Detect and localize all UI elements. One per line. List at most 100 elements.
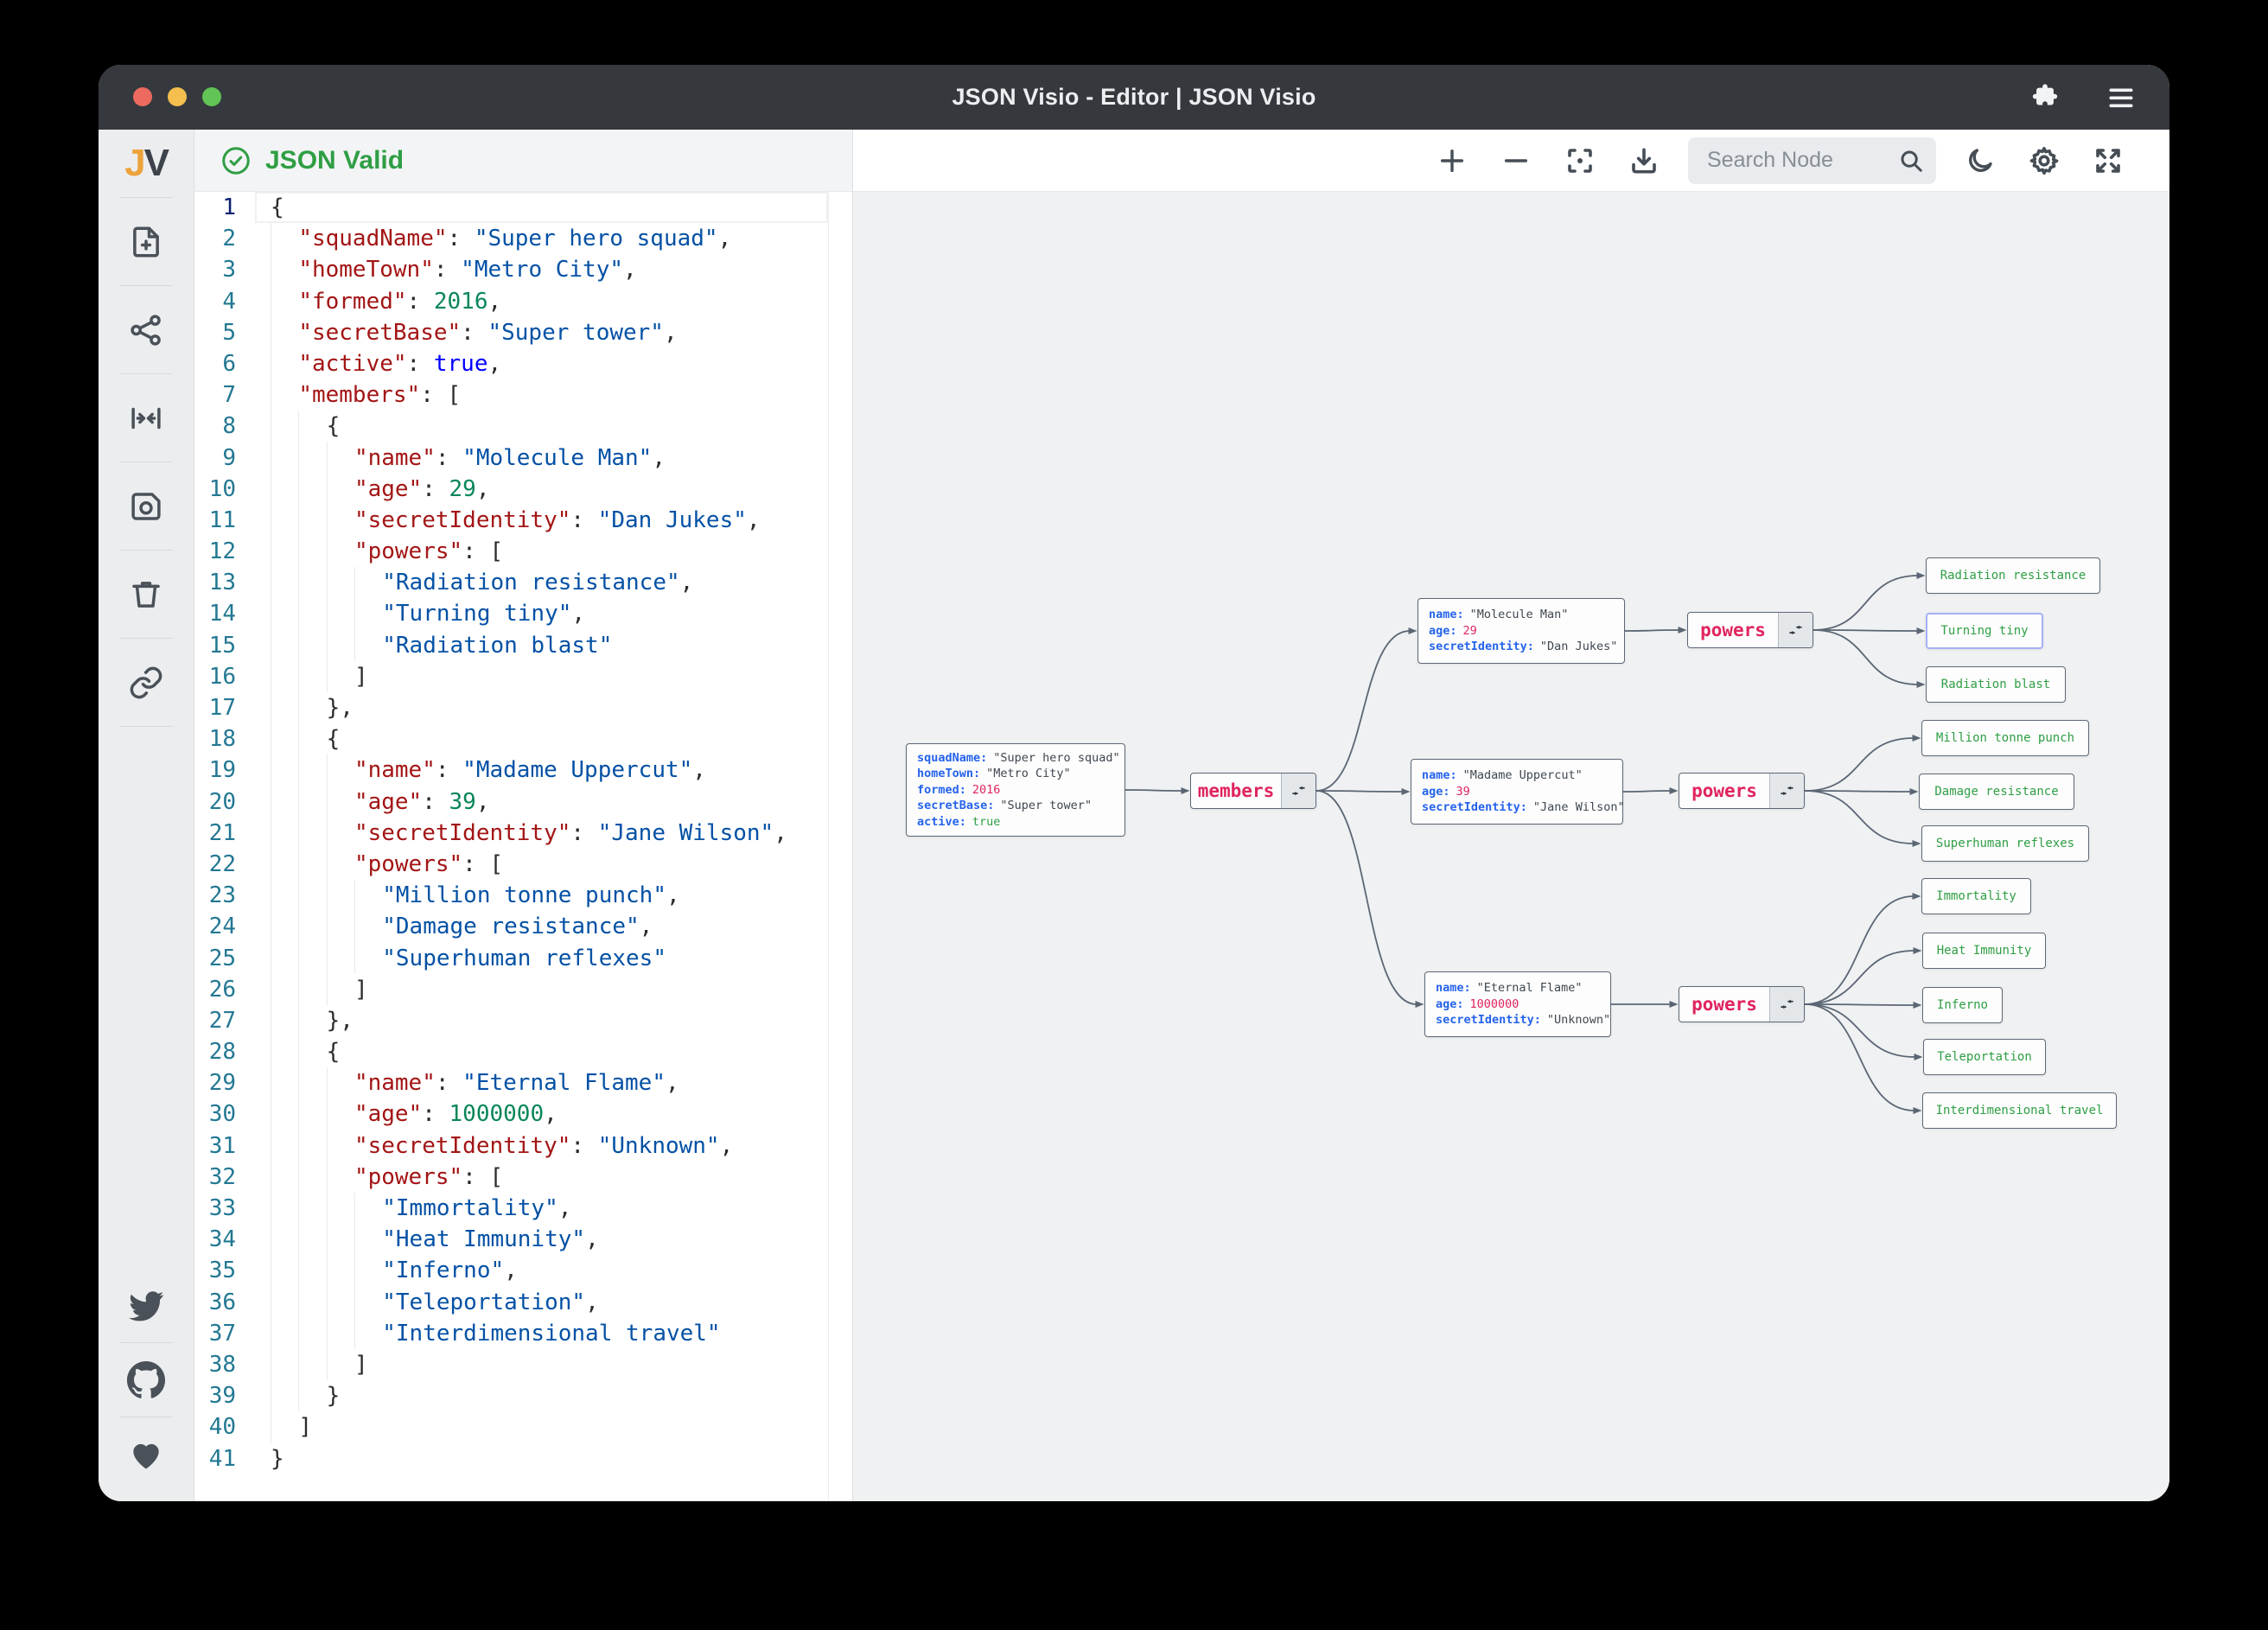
code-line-content[interactable]: {	[255, 1036, 852, 1068]
code-line[interactable]: 14 "Turning tiny",	[194, 598, 852, 630]
code-line-content[interactable]: ]	[255, 973, 852, 1005]
code-line[interactable]: 18 {	[194, 723, 852, 755]
collapse-arrows-icon[interactable]	[1769, 774, 1804, 808]
code-line[interactable]: 23 "Million tonne punch",	[194, 880, 852, 912]
code-line[interactable]: 30 "age": 1000000,	[194, 1098, 852, 1130]
code-line-content[interactable]: "Turning tiny",	[255, 598, 852, 630]
leaf-node[interactable]: Inferno	[1922, 987, 2003, 1023]
graph-node-member[interactable]: name: "Madame Uppercut" age: 39 secretIden…	[1411, 759, 1625, 825]
graph-share-icon[interactable]	[99, 286, 194, 373]
leaf-node[interactable]: Heat Immunity	[1922, 933, 2046, 969]
graph-node-members[interactable]: members	[1190, 773, 1316, 809]
code-line[interactable]: 1{	[194, 192, 852, 224]
minimize-window-button[interactable]	[168, 87, 187, 106]
code-line-content[interactable]: "Superhuman reflexes"	[255, 942, 852, 974]
code-line-content[interactable]: "Inferno",	[255, 1255, 852, 1287]
graph-node-powers[interactable]: powers	[1679, 986, 1805, 1022]
dark-mode-moon-icon[interactable]	[1960, 141, 2000, 181]
code-line[interactable]: 24 "Damage resistance",	[194, 911, 852, 943]
code-line-content[interactable]: "age": 39,	[255, 786, 852, 818]
leaf-node-highlighted[interactable]: Turning tiny	[1926, 613, 2043, 649]
graph-node-member[interactable]: name: "Molecule Man" age: 29 secretIdentit…	[1418, 598, 1625, 664]
code-line[interactable]: 25 "Superhuman reflexes"	[194, 942, 852, 974]
leaf-node[interactable]: Immortality	[1921, 878, 2031, 914]
code-line-content[interactable]: "age": 1000000,	[255, 1098, 852, 1130]
code-line-content[interactable]: "name": "Madame Uppercut",	[255, 755, 852, 786]
graph-node-member[interactable]: name: "Eternal Flame" age: 1000000 secretI…	[1424, 971, 1611, 1037]
code-line[interactable]: 12 "powers": [	[194, 536, 852, 568]
code-line-content[interactable]: }	[255, 1380, 852, 1412]
code-line[interactable]: 11 "secretIdentity": "Dan Jukes",	[194, 504, 852, 537]
code-line[interactable]: 4 "formed": 2016,	[194, 285, 852, 317]
code-line-content[interactable]: {	[255, 723, 852, 755]
app-logo[interactable]: JV	[124, 130, 169, 197]
graph-node-powers[interactable]: powers	[1679, 773, 1805, 809]
code-line-content[interactable]: "homeTown": "Metro City",	[255, 254, 852, 286]
fullscreen-icon[interactable]	[2088, 141, 2128, 181]
collapse-arrows-icon[interactable]	[1778, 613, 1812, 647]
code-line[interactable]: 9 "name": "Molecule Man",	[194, 442, 852, 474]
code-line-content[interactable]: ]	[255, 660, 852, 693]
code-line-content[interactable]: "secretIdentity": "Unknown",	[255, 1130, 852, 1162]
code-line[interactable]: 31 "secretIdentity": "Unknown",	[194, 1130, 852, 1162]
new-document-icon[interactable]	[99, 198, 194, 285]
code-line-content[interactable]: }	[255, 1443, 852, 1474]
leaf-node[interactable]: Damage resistance	[1919, 774, 2074, 810]
code-line[interactable]: 28 {	[194, 1036, 852, 1068]
code-line-content[interactable]: "powers": [	[255, 848, 852, 881]
code-line-content[interactable]: "formed": 2016,	[255, 285, 852, 317]
editor-scrollbar[interactable]	[828, 192, 852, 1501]
graph-node-root[interactable]: squadName: "Super hero squad" homeTown: "M…	[906, 743, 1125, 837]
code-line[interactable]: 40 ]	[194, 1411, 852, 1443]
code-line-content[interactable]: "Radiation resistance",	[255, 567, 852, 599]
code-line[interactable]: 36 "Teleportation",	[194, 1286, 852, 1318]
code-line[interactable]: 35 "Inferno",	[194, 1255, 852, 1287]
code-line-content[interactable]: "age": 29,	[255, 473, 852, 505]
leaf-node[interactable]: Interdimensional travel	[1922, 1092, 2117, 1129]
code-line[interactable]: 29 "name": "Eternal Flame",	[194, 1067, 852, 1099]
heart-icon[interactable]	[99, 1417, 194, 1491]
code-line-content[interactable]: "active": true,	[255, 347, 852, 380]
delete-icon[interactable]	[99, 551, 194, 638]
leaf-node[interactable]: Superhuman reflexes	[1921, 825, 2089, 862]
code-line-content[interactable]: "Teleportation",	[255, 1286, 852, 1318]
code-line[interactable]: 21 "secretIdentity": "Jane Wilson",	[194, 817, 852, 849]
code-line-content[interactable]: "Radiation blast"	[255, 629, 852, 661]
code-line-content[interactable]: {	[255, 192, 828, 224]
save-icon[interactable]	[99, 462, 194, 550]
code-line[interactable]: 20 "age": 39,	[194, 786, 852, 818]
code-line-content[interactable]: "members": [	[255, 379, 852, 411]
code-line[interactable]: 3 "homeTown": "Metro City",	[194, 254, 852, 286]
menu-icon[interactable]	[2102, 79, 2140, 117]
code-line[interactable]: 27 },	[194, 1004, 852, 1037]
graph-canvas[interactable]: squadName: "Super hero squad" homeTown: "M…	[853, 192, 2169, 1501]
json-code-editor[interactable]: 1{2 "squadName": "Super hero squad", 3 "h…	[194, 192, 852, 1501]
fit-center-icon[interactable]	[99, 374, 194, 462]
code-line-content[interactable]: "secretBase": "Super tower",	[255, 316, 852, 348]
download-icon[interactable]	[1624, 141, 1664, 181]
code-line[interactable]: 39 }	[194, 1380, 852, 1412]
code-line-content[interactable]: ]	[255, 1411, 852, 1443]
extensions-puzzle-icon[interactable]	[2026, 79, 2064, 117]
link-icon[interactable]	[99, 639, 194, 726]
code-line[interactable]: 13 "Radiation resistance",	[194, 567, 852, 599]
code-line-content[interactable]: "name": "Eternal Flame",	[255, 1067, 852, 1099]
code-line-content[interactable]: "squadName": "Super hero squad",	[255, 223, 852, 255]
leaf-node[interactable]: Radiation resistance	[1926, 557, 2100, 594]
code-line-content[interactable]: "Damage resistance",	[255, 911, 852, 943]
code-line-content[interactable]: {	[255, 411, 852, 443]
zoom-out-icon[interactable]	[1496, 141, 1536, 181]
code-line[interactable]: 10 "age": 29,	[194, 473, 852, 505]
code-line[interactable]: 7 "members": [	[194, 379, 852, 411]
code-line[interactable]: 34 "Heat Immunity",	[194, 1224, 852, 1256]
search-icon[interactable]	[1898, 148, 1924, 174]
code-line-content[interactable]: },	[255, 692, 852, 724]
code-line[interactable]: 41}	[194, 1443, 852, 1474]
code-line-content[interactable]: "secretIdentity": "Dan Jukes",	[255, 504, 852, 537]
focus-center-icon[interactable]	[1560, 141, 1600, 181]
leaf-node[interactable]: Million tonne punch	[1921, 720, 2089, 756]
code-line[interactable]: 38 ]	[194, 1348, 852, 1381]
code-line-content[interactable]: "Million tonne punch",	[255, 880, 852, 912]
collapse-arrows-icon[interactable]	[1281, 774, 1316, 808]
code-line[interactable]: 37 "Interdimensional travel"	[194, 1317, 852, 1349]
